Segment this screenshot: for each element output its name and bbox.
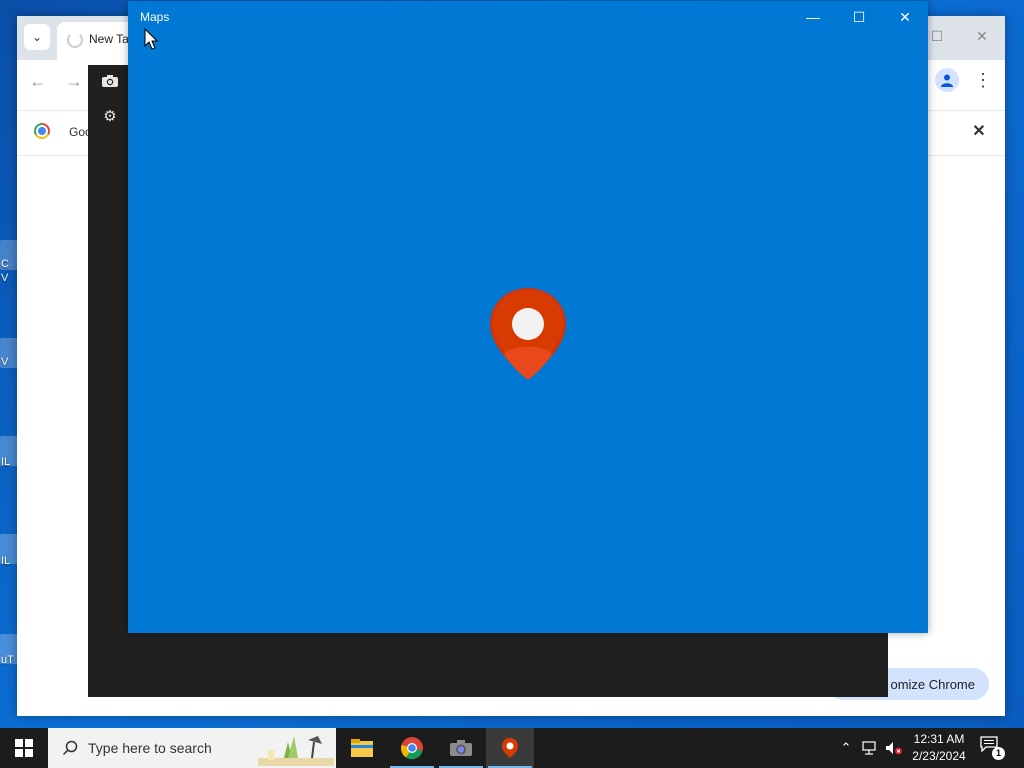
- close-button[interactable]: ✕: [882, 1, 928, 33]
- forward-arrow-icon: →: [65, 70, 83, 91]
- camera-sidebar: ⚙: [88, 65, 128, 697]
- loading-spinner-icon: [67, 32, 83, 48]
- maps-titlebar[interactable]: Maps — ☐ ✕: [128, 1, 928, 33]
- search-placeholder: Type here to search: [88, 740, 212, 756]
- minimize-button[interactable]: —: [790, 1, 836, 33]
- start-button[interactable]: [0, 728, 48, 768]
- menu-button[interactable]: ⋮: [973, 68, 993, 92]
- clock-time: 12:31 AM: [913, 732, 965, 746]
- person-icon: [941, 74, 953, 87]
- network-tray-button[interactable]: [860, 738, 880, 758]
- kebab-icon: ⋮: [974, 69, 992, 90]
- notification-count-badge: 1: [992, 747, 1005, 760]
- action-center-button[interactable]: 1: [980, 736, 1006, 760]
- gear-icon: ⚙: [103, 108, 117, 125]
- windows-logo-icon: [15, 739, 33, 757]
- settings-button[interactable]: ⚙: [100, 106, 120, 126]
- clock-date: 2/23/2024: [912, 749, 966, 763]
- file-explorer-icon: [351, 739, 373, 757]
- taskbar-camera[interactable]: [437, 728, 485, 768]
- camera-mode-button[interactable]: [100, 71, 120, 91]
- taskbar-search-box[interactable]: Type here to search: [48, 728, 336, 768]
- search-icon: [60, 738, 80, 758]
- maximize-button[interactable]: ☐: [927, 26, 947, 46]
- maps-icon: [502, 738, 518, 758]
- maximize-icon: ☐: [852, 8, 866, 25]
- show-hidden-icons-button[interactable]: ⌃: [836, 738, 856, 758]
- close-icon: ✕: [899, 8, 911, 25]
- back-arrow-icon: ←: [29, 70, 47, 91]
- volume-tray-button[interactable]: [884, 738, 904, 758]
- taskbar-chrome[interactable]: [388, 728, 436, 768]
- minimize-icon: —: [806, 9, 820, 25]
- taskbar-file-explorer[interactable]: [338, 728, 386, 768]
- network-icon: [862, 741, 876, 755]
- maximize-button[interactable]: ☐: [836, 1, 882, 33]
- infobar-close-button[interactable]: ✕: [969, 121, 989, 141]
- window-title: Maps: [140, 10, 170, 24]
- customize-chrome-label: omize Chrome: [890, 676, 975, 692]
- close-button[interactable]: ✕: [972, 26, 992, 46]
- mouse-cursor-icon: [144, 28, 158, 50]
- search-highlight-art-icon: [258, 736, 334, 766]
- tab-search-button[interactable]: ⌄: [24, 24, 50, 50]
- camera-icon: [450, 740, 472, 756]
- chevron-down-icon: ⌄: [31, 30, 43, 44]
- taskbar-clock[interactable]: 12:31 AM 2/23/2024: [906, 731, 972, 765]
- tab-title: New Ta: [89, 32, 129, 46]
- taskbar: Type here to search ⌃ 12:31 AM 2/23/2024…: [0, 728, 1024, 768]
- volume-muted-icon: [886, 742, 902, 755]
- chrome-logo-icon: [34, 123, 50, 139]
- forward-button[interactable]: →: [63, 70, 85, 92]
- maps-splash-pin-icon: [490, 288, 566, 380]
- close-icon: ✕: [972, 123, 986, 140]
- profile-button[interactable]: [935, 68, 959, 92]
- taskbar-maps[interactable]: [486, 728, 534, 768]
- chrome-icon: [400, 737, 423, 760]
- close-icon: ✕: [976, 27, 988, 44]
- chevron-up-icon: ⌃: [840, 740, 852, 755]
- back-button[interactable]: ←: [27, 70, 49, 92]
- maximize-icon: ☐: [930, 27, 944, 44]
- maps-window: Maps — ☐ ✕: [128, 1, 928, 633]
- camera-icon: [102, 75, 118, 87]
